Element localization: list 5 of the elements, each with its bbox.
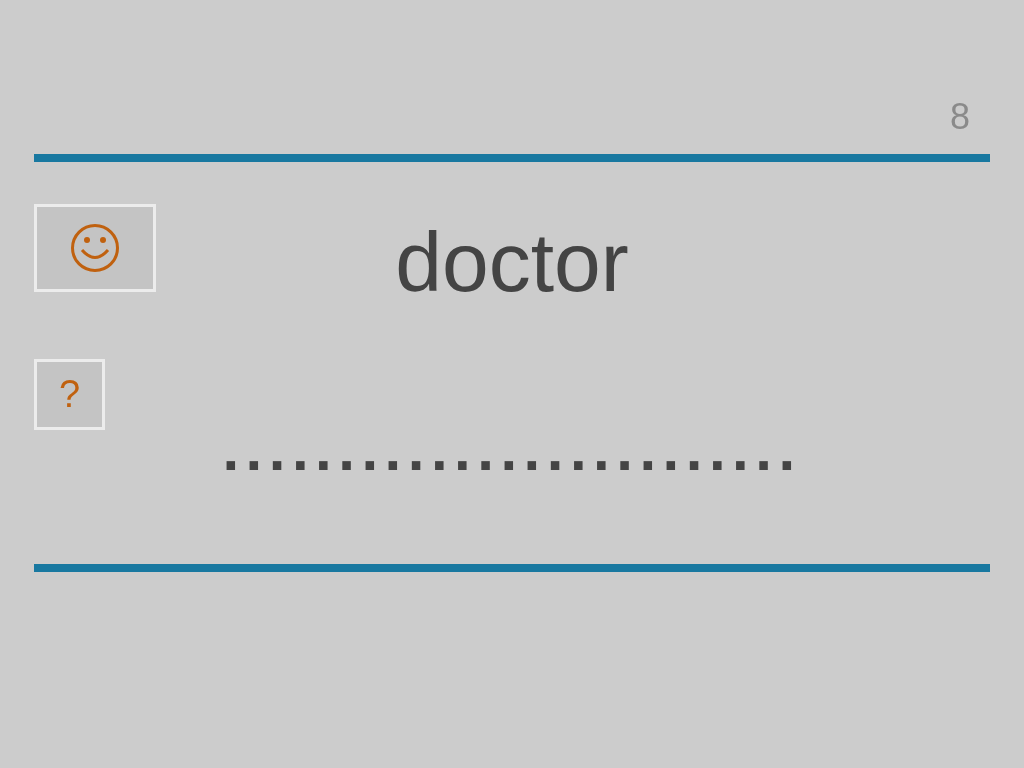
page-number: 8 xyxy=(949,95,970,139)
fill-in-line[interactable]: ......................... xyxy=(222,420,802,480)
prompt-word: doctor xyxy=(395,214,629,311)
hint-button[interactable] xyxy=(34,204,156,292)
smiley-icon xyxy=(70,223,120,273)
